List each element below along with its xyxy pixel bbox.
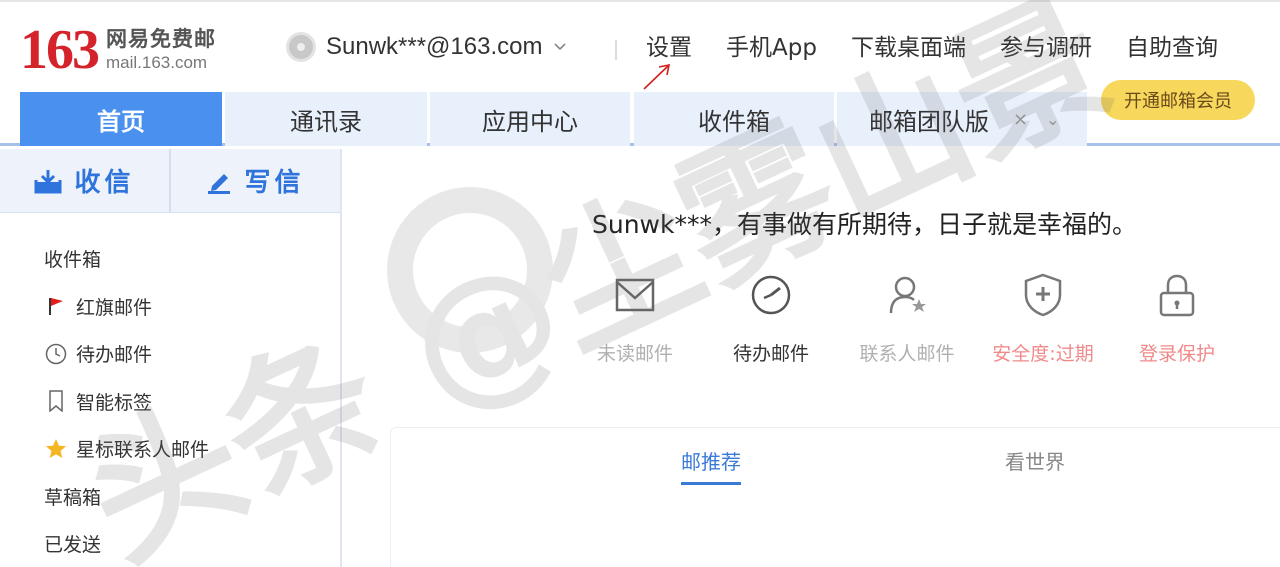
inbox-download-icon bbox=[34, 169, 62, 193]
greeting-text: Sunwk***，有事做有所期待，日子就是幸福的。 bbox=[592, 210, 1137, 239]
logo-domain: mail.163.com bbox=[106, 53, 208, 72]
compose-mail-button[interactable]: 写信 bbox=[169, 149, 340, 212]
sidebar-item-sent[interactable]: 已发送 bbox=[0, 520, 340, 567]
logo-number: 163 bbox=[20, 19, 100, 81]
red-flag-icon bbox=[44, 294, 68, 318]
envelope-icon bbox=[615, 271, 655, 319]
download-desktop-link[interactable]: 下载桌面端 bbox=[851, 32, 966, 64]
account-switcher[interactable]: Sunwk***@163.com bbox=[286, 32, 567, 62]
quick-contact-mail[interactable]: 联系人邮件 bbox=[852, 271, 962, 366]
mobile-app-link[interactable]: 手机App bbox=[726, 32, 817, 64]
vip-upgrade-button[interactable]: 开通邮箱会员 bbox=[1101, 80, 1255, 120]
clock-icon bbox=[44, 342, 68, 366]
divider bbox=[615, 40, 617, 60]
sidebar: 收信 写信 收件箱 红旗邮件 待办邮件 智能标签 星标联系人邮件 草稿箱 已发送 bbox=[0, 149, 342, 567]
main-tabs: 首页 通讯录 应用中心 收件箱 邮箱团队版 × ⌄ bbox=[0, 92, 1280, 146]
top-nav: 设置 手机App 下载桌面端 参与调研 自助查询 bbox=[646, 32, 1252, 64]
close-icon[interactable]: × bbox=[1013, 109, 1028, 130]
account-email: Sunwk***@163.com bbox=[326, 33, 543, 60]
contact-star-icon bbox=[885, 271, 929, 319]
chevron-down-icon bbox=[554, 43, 567, 51]
tab-inbox[interactable]: 收件箱 bbox=[634, 92, 834, 146]
header: 163 网易免费邮 mail.163.com Sunwk***@163.com … bbox=[0, 0, 1280, 92]
tab-see-world[interactable]: 看世界 bbox=[1005, 446, 1065, 475]
quick-todo-mail[interactable]: 待办邮件 bbox=[716, 271, 826, 366]
tab-home[interactable]: 首页 bbox=[20, 92, 222, 146]
tab-mail-recommend[interactable]: 邮推荐 bbox=[681, 446, 741, 485]
folder-list: 收件箱 红旗邮件 待办邮件 智能标签 星标联系人邮件 草稿箱 已发送 bbox=[0, 213, 340, 567]
sidebar-item-todo[interactable]: 待办邮件 bbox=[0, 330, 340, 378]
sidebar-item-smart-tags[interactable]: 智能标签 bbox=[0, 378, 340, 426]
receive-mail-button[interactable]: 收信 bbox=[0, 149, 169, 212]
survey-link[interactable]: 参与调研 bbox=[1000, 32, 1092, 64]
mail-actions: 收信 写信 bbox=[0, 149, 340, 213]
tab-contacts[interactable]: 通讯录 bbox=[225, 92, 427, 146]
tab-team-edition[interactable]: 邮箱团队版 × ⌄ bbox=[837, 92, 1087, 146]
logo[interactable]: 163 网易免费邮 mail.163.com bbox=[20, 22, 216, 78]
settings-link[interactable]: 设置 bbox=[646, 32, 692, 64]
chevron-down-icon[interactable]: ⌄ bbox=[1046, 110, 1059, 129]
feed-card: 邮推荐 看世界 bbox=[390, 427, 1280, 567]
sidebar-item-red-flag[interactable]: 红旗邮件 bbox=[0, 283, 340, 331]
main-content: Sunwk***，有事做有所期待，日子就是幸福的。 未读邮件 待办邮件 联系人邮… bbox=[342, 149, 1280, 567]
timer-icon bbox=[750, 271, 792, 319]
shield-plus-icon bbox=[1023, 271, 1063, 319]
account-icon bbox=[286, 32, 316, 62]
quick-unread-mail[interactable]: 未读邮件 bbox=[580, 271, 690, 366]
logo-name: 网易免费邮 bbox=[106, 27, 216, 51]
sidebar-item-starred-contacts[interactable]: 星标联系人邮件 bbox=[0, 425, 340, 473]
pencil-icon bbox=[208, 173, 231, 194]
quick-security-level[interactable]: 安全度:过期 bbox=[988, 271, 1098, 366]
quick-login-protection[interactable]: 登录保护 bbox=[1122, 271, 1232, 366]
sidebar-item-drafts[interactable]: 草稿箱 bbox=[0, 473, 340, 521]
sidebar-item-inbox[interactable]: 收件箱 bbox=[0, 235, 340, 283]
self-service-link[interactable]: 自助查询 bbox=[1126, 32, 1218, 64]
bookmark-icon bbox=[44, 389, 68, 413]
tab-app-center[interactable]: 应用中心 bbox=[430, 92, 630, 146]
star-icon bbox=[44, 437, 68, 461]
lock-icon bbox=[1158, 271, 1196, 319]
annotation-arrow-icon bbox=[643, 63, 671, 90]
